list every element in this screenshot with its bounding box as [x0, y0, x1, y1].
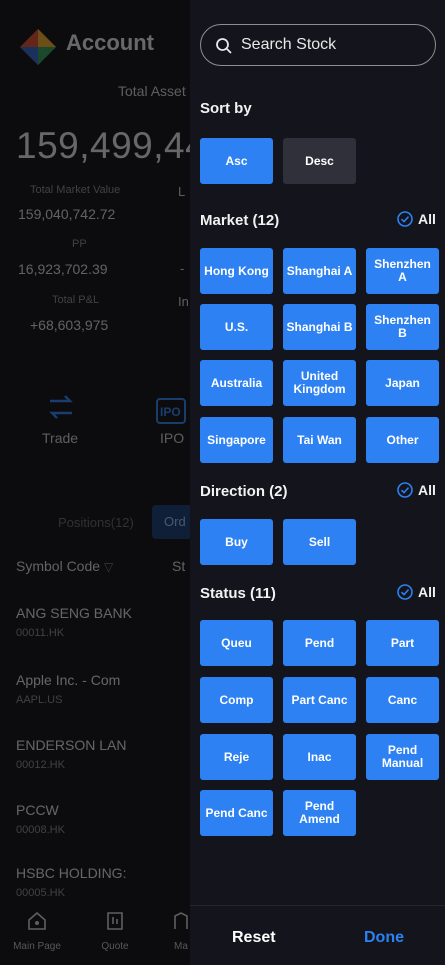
brand-logo-icon	[20, 29, 56, 65]
market-chip-shenzhen-b[interactable]: Shenzhen B	[366, 304, 439, 350]
direction-chip-buy[interactable]: Buy	[200, 519, 273, 565]
list-item-code: 00011.HK	[16, 627, 65, 639]
stat-side-value: -	[180, 261, 185, 276]
list-item-name[interactable]: Apple Inc. - Com	[16, 672, 120, 688]
status-chip-pend-canc[interactable]: Pend Canc	[200, 790, 273, 836]
status-title: Status (11)	[200, 585, 276, 602]
direction-all-toggle[interactable]: All	[397, 482, 436, 498]
reset-button[interactable]: Reset	[232, 929, 276, 947]
status-chip-part[interactable]: Part	[366, 620, 439, 666]
total-pl-value: +68,603,975	[30, 317, 109, 333]
market-title: Market (12)	[200, 212, 280, 229]
nav-market-label: Ma	[174, 941, 188, 952]
tab-positions[interactable]: Positions(12)	[58, 515, 134, 530]
status-chip-pend-manual[interactable]: Pend Manual	[366, 734, 439, 780]
list-item-code: 00008.HK	[16, 824, 65, 836]
market-chip-tai-wan[interactable]: Tai Wan	[283, 417, 356, 463]
nav-main-page[interactable]: Main Page	[12, 900, 62, 954]
list-item-code: 00012.HK	[16, 759, 65, 771]
trade-icon	[49, 395, 73, 419]
trade-action[interactable]: Trade	[42, 430, 78, 446]
market-chip-united-kingdom[interactable]: United Kingdom	[283, 360, 356, 406]
check-circle-icon	[397, 584, 413, 600]
footer-divider	[190, 905, 445, 906]
home-icon	[28, 911, 46, 930]
market-chip-shanghai-b[interactable]: Shanghai B	[283, 304, 356, 350]
market-value: 159,040,742.72	[18, 206, 116, 222]
direction-all-label: All	[418, 482, 436, 498]
nav-main-page-label: Main Page	[13, 941, 61, 952]
market-all-toggle[interactable]: All	[397, 211, 436, 227]
status-chip-queu[interactable]: Queu	[200, 620, 273, 666]
list-item-code: AAPL.US	[16, 694, 63, 706]
market-value-label: Total Market Value	[30, 184, 121, 196]
list-item-code: 00005.HK	[16, 887, 65, 899]
status-header: St	[172, 558, 186, 574]
market-chip-other[interactable]: Other	[366, 417, 439, 463]
stat-side-label-2: In	[178, 294, 189, 309]
total-asset-label: Total Asset	[118, 83, 186, 99]
market-chip-us[interactable]: U.S.	[200, 304, 273, 350]
status-chip-part-canc[interactable]: Part Canc	[283, 677, 356, 723]
market-icon	[174, 912, 188, 929]
ipo-action[interactable]: IPO	[160, 430, 184, 446]
market-chip-japan[interactable]: Japan	[366, 360, 439, 406]
market-chip-australia[interactable]: Australia	[200, 360, 273, 406]
search-placeholder: Search Stock	[241, 36, 337, 53]
direction-title: Direction (2)	[200, 483, 288, 500]
symbol-code-header[interactable]: Symbol Code ▽	[16, 558, 113, 574]
status-chip-comp[interactable]: Comp	[200, 677, 273, 723]
status-all-toggle[interactable]: All	[397, 584, 436, 600]
status-chip-reje[interactable]: Reje	[200, 734, 273, 780]
sort-asc-chip[interactable]: Asc	[200, 138, 273, 184]
svg-text:IPO: IPO	[160, 405, 181, 419]
status-chip-pend[interactable]: Pend	[283, 620, 356, 666]
ipo-icon: IPO	[156, 398, 186, 424]
sort-filter-icon: ▽	[103, 560, 114, 574]
bottom-navigation: Main Page Quote Ma	[0, 900, 190, 965]
page-title: Account	[66, 30, 154, 55]
check-circle-icon	[397, 211, 413, 227]
stat-side-label: L	[178, 184, 186, 199]
done-button[interactable]: Done	[364, 929, 404, 947]
search-icon	[216, 38, 232, 54]
sort-by-title: Sort by	[200, 100, 252, 117]
nav-quote-label: Quote	[101, 941, 129, 952]
tab-orders[interactable]: Ord	[152, 505, 192, 539]
list-item-name[interactable]: HSBC HOLDING:	[16, 865, 126, 881]
market-chip-shanghai-a[interactable]: Shanghai A	[283, 248, 356, 294]
sort-desc-chip[interactable]: Desc	[283, 138, 356, 184]
symbol-code-label: Symbol Code	[16, 558, 101, 574]
list-item-name[interactable]: ENDERSON LAN	[16, 737, 126, 753]
check-circle-icon	[397, 482, 413, 498]
status-chip-pend-amend[interactable]: Pend Amend	[283, 790, 356, 836]
search-input[interactable]: Search Stock	[200, 24, 436, 66]
filter-drawer: Search Stock Sort by Asc Desc Market (12…	[190, 0, 445, 965]
quote-icon	[107, 912, 123, 930]
list-item-name[interactable]: ANG SENG BANK	[16, 605, 132, 621]
total-pl-label: Total P&L	[52, 294, 100, 306]
status-chip-canc[interactable]: Canc	[366, 677, 439, 723]
status-chip-inac[interactable]: Inac	[283, 734, 356, 780]
market-chip-shenzhen-a[interactable]: Shenzhen A	[366, 248, 439, 294]
nav-quote[interactable]: Quote	[90, 900, 140, 954]
market-all-label: All	[418, 211, 436, 227]
market-chip-hong-kong[interactable]: Hong Kong	[200, 248, 273, 294]
status-all-label: All	[418, 584, 436, 600]
pp-value: 16,923,702.39	[18, 261, 108, 277]
direction-chip-sell[interactable]: Sell	[283, 519, 356, 565]
list-item-name[interactable]: PCCW	[16, 802, 59, 818]
market-chip-singapore[interactable]: Singapore	[200, 417, 273, 463]
pp-label: PP	[72, 238, 87, 250]
